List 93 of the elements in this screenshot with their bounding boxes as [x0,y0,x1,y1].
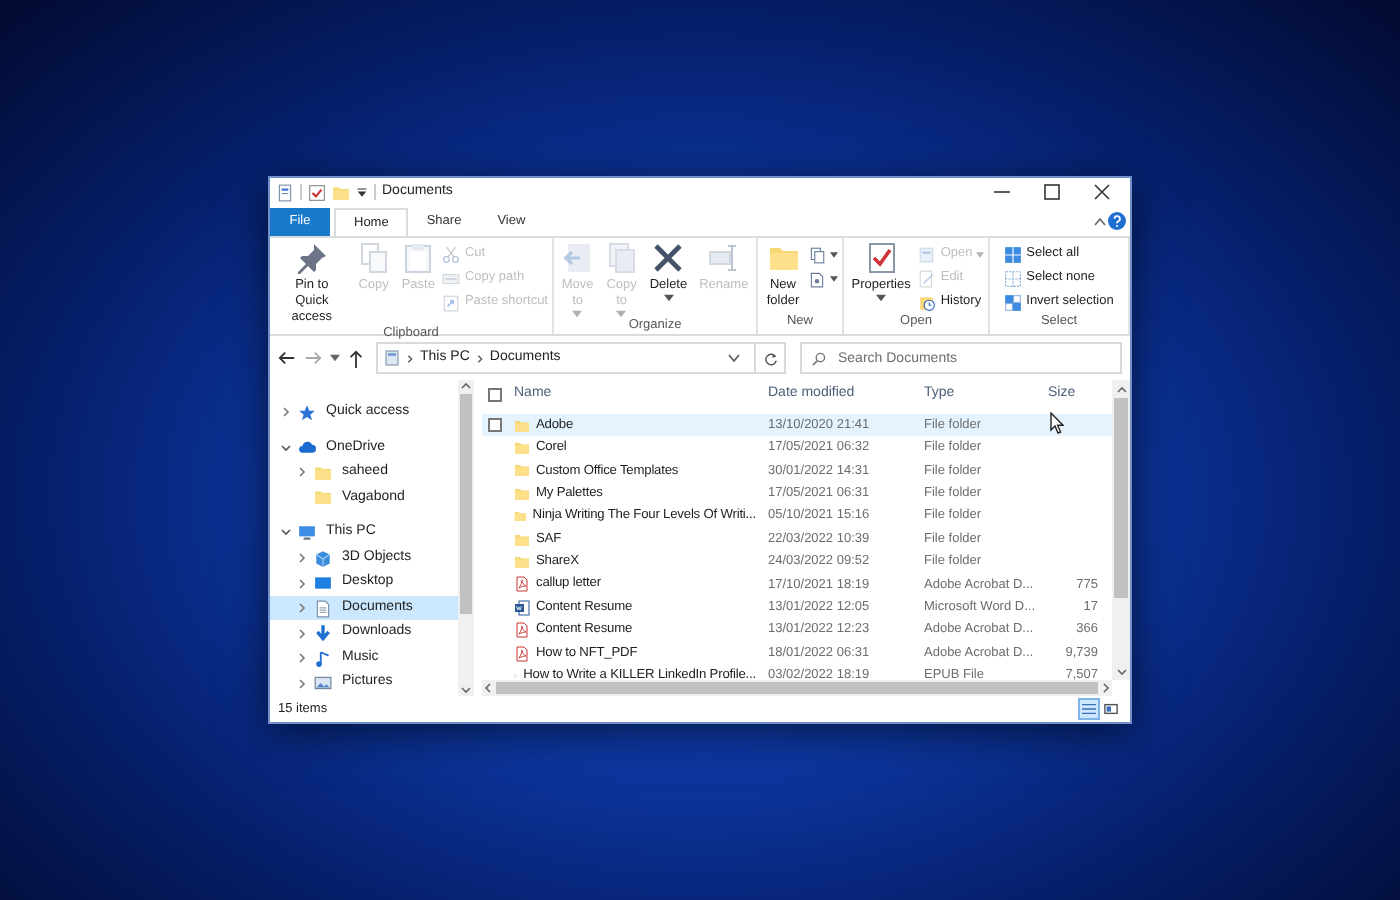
ribbon-icon-button[interactable] [808,268,838,288]
history-icon [918,293,937,311]
folder-icon [314,488,332,507]
copy-path-icon [442,269,461,287]
music-note-icon [314,649,332,668]
scrollbar[interactable] [458,380,474,696]
chevron-right-icon[interactable] [298,677,306,690]
pointer-icon [1050,412,1064,434]
delete-icon [652,242,685,274]
caret-icon [876,294,887,302]
word-file-icon [514,599,530,616]
invert-selection-icon [1004,293,1023,311]
scrollbar[interactable] [1112,380,1130,680]
monitor-icon [298,523,316,542]
caret-icon [830,275,838,281]
select-none-icon [1004,269,1023,287]
chevron-right-icon[interactable] [298,552,306,564]
refresh-button[interactable] [756,342,786,374]
easy-access-icon [808,269,826,287]
desktop-icon [314,574,332,593]
chevron-right-icon[interactable] [298,466,306,479]
properties-icon [865,242,898,274]
chevron-right-icon [406,353,414,363]
search-icon [812,351,826,365]
dropdown-caret-icon [728,354,740,362]
row-checkbox[interactable] [488,418,502,433]
folder-icon [514,554,530,571]
star-icon [298,403,316,422]
copy-to-icon [605,242,638,274]
up-arrow-icon[interactable] [348,349,364,367]
collapse-ribbon-icon[interactable] [1092,214,1108,230]
folder-icon [314,463,332,482]
pin-icon [295,242,328,274]
details-view-icon [1082,702,1096,716]
scroll-up-icon [460,380,472,392]
scroll-down-icon [1115,666,1127,678]
scroll-right-icon [1100,682,1112,694]
folder-icon [514,417,530,434]
scroll-left-icon [482,682,494,694]
folder-icon [514,440,530,457]
tiles-view-icon [1104,702,1118,716]
caret-icon[interactable] [330,354,340,362]
header-checkbox[interactable] [488,387,502,401]
document-icon [314,599,332,618]
forward-arrow-icon[interactable] [304,350,322,366]
select-all-icon [1004,245,1023,263]
folder-icon [514,508,527,525]
caret-icon[interactable] [356,186,368,198]
rename-icon [707,242,740,274]
paste-shortcut-icon [442,293,461,311]
caret-icon [976,251,985,257]
scissors-icon [442,245,461,263]
caret-icon [830,251,838,257]
properties-icon[interactable] [276,183,294,201]
cube-icon [314,549,332,567]
chevron-right-icon[interactable] [298,602,306,615]
folder-icon [514,485,530,502]
move-icon [561,242,594,274]
back-arrow-icon[interactable] [278,350,296,366]
chevron-right-icon[interactable] [298,627,306,640]
edit-icon [918,269,937,287]
folder-icon [514,531,530,548]
horizontal-scrollbar[interactable] [482,680,1112,696]
pdf-file-icon [514,576,530,593]
clipboard-icon [402,242,435,274]
new-item-icon [808,245,826,263]
chevron-right-icon[interactable] [298,652,306,665]
folder-icon [514,462,530,479]
chevron-down-icon[interactable] [280,528,292,537]
pc-icon [384,350,400,366]
picture-icon [314,674,332,693]
view-button[interactable] [1100,698,1122,720]
refresh-icon [763,351,777,365]
chevron-down-icon[interactable] [280,443,292,452]
chevron-right-icon [475,353,484,363]
caret-icon [572,310,583,318]
cloud-icon [298,438,316,457]
open-icon [918,245,937,263]
view-button[interactable] [1078,698,1100,720]
caret-icon [663,294,674,302]
chevron-right-icon[interactable] [298,577,306,590]
caret-icon [616,310,627,318]
checkmark-icon[interactable] [308,183,326,201]
pdf-file-icon [514,645,530,662]
scroll-down-icon [460,684,472,696]
ribbon-icon-button[interactable] [808,244,838,264]
folder-icon [767,242,799,274]
pdf-file-icon [514,622,530,639]
copy-icon [357,242,390,274]
help-icon[interactable] [1108,212,1126,230]
scroll-up-icon [1115,384,1127,396]
download-arrow-icon [314,624,332,643]
chevron-right-icon[interactable] [282,406,290,419]
